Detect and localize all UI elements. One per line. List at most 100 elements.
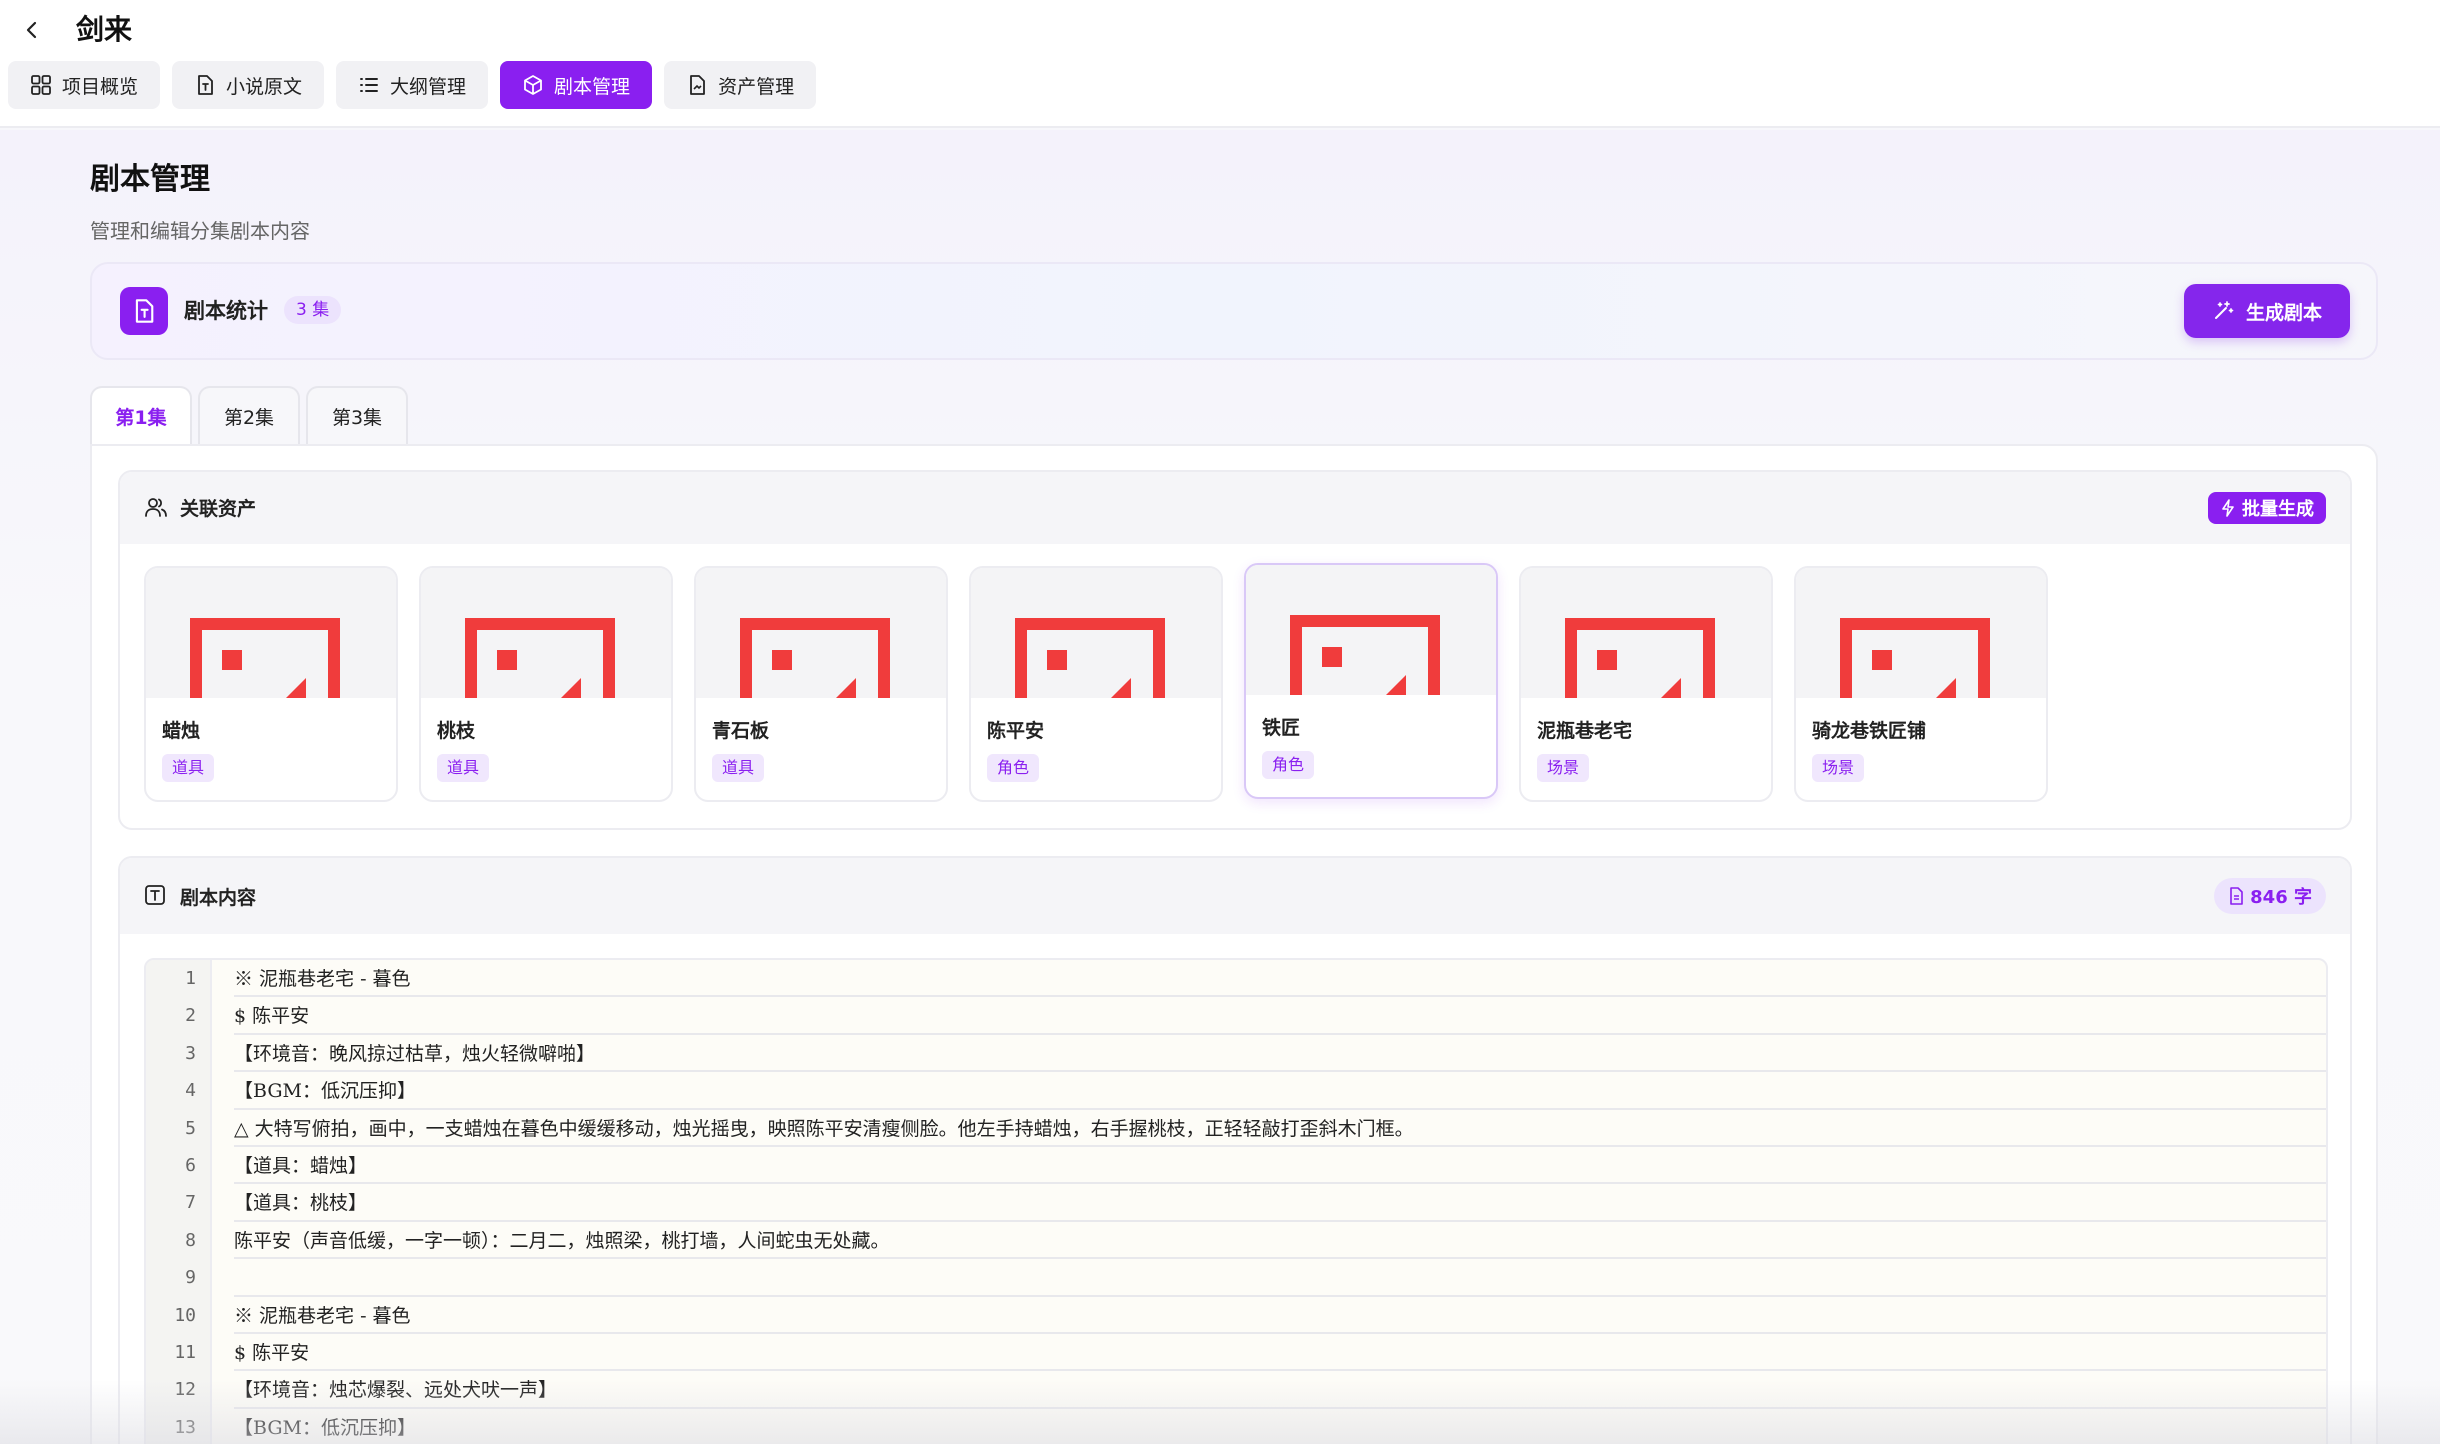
episode-tabs: 第1集 第2集 第3集	[90, 386, 408, 444]
code-line: 2 $ 陈平安	[146, 997, 2326, 1035]
line-number: 4	[185, 1080, 196, 1102]
line-number: 9	[185, 1267, 196, 1289]
asset-card[interactable]: 陈平安 角色	[969, 566, 1223, 802]
page-title: 剧本管理	[90, 162, 210, 197]
line-text[interactable]: 【环境音：烛芯爆裂、远处犬吠一声】	[234, 1377, 2326, 1409]
line-text[interactable]: ※ 泥瓶巷老宅 - 暮色	[234, 1303, 2326, 1334]
asset-thumbnail	[696, 568, 946, 698]
tab-episode-2[interactable]: 第2集	[198, 386, 300, 444]
asset-thumbnail	[971, 568, 1221, 698]
asset-card[interactable]: 骑龙巷铁匠铺 场景	[1794, 566, 2048, 802]
generate-script-button[interactable]: 生成剧本	[2183, 284, 2350, 338]
tab-assets[interactable]: 资产管理	[664, 61, 817, 109]
line-text[interactable]: ※ 泥瓶巷老宅 - 暮色	[234, 966, 2326, 998]
asset-card[interactable]: 泥瓶巷老宅 场景	[1519, 566, 1773, 802]
tab-label: 大纲管理	[390, 75, 467, 98]
asset-name: 骑龙巷铁匠铺	[1812, 720, 1927, 742]
script-content-section: 剧本内容 846 字 1 ※ 泥瓶巷老宅 - 暮色 2 $ 陈平安 3 【环境音…	[118, 856, 2352, 1444]
page-subtitle: 管理和编辑分集剧本内容	[90, 219, 310, 243]
code-line: 12 【环境音：烛芯爆裂、远处犬吠一声】	[146, 1371, 2326, 1409]
chevron-left-icon	[26, 21, 37, 39]
tab-script[interactable]: 剧本管理	[500, 61, 653, 109]
line-number: 5	[185, 1117, 196, 1139]
line-text[interactable]: $ 陈平安	[234, 1340, 2326, 1372]
asset-card[interactable]: 桃枝 道具	[419, 566, 673, 802]
line-text[interactable]: 【环境音：晚风掠过枯草，烛火轻微噼啪】	[234, 1041, 2326, 1073]
lightning-icon	[2222, 499, 2234, 517]
script-file-icon	[120, 287, 168, 335]
line-text[interactable]: △ 大特写俯拍，画中，一支蜡烛在暮色中缓缓移动，烛光摇曳，映照陈平安清瘦侧脸。他…	[234, 1116, 2326, 1147]
code-line: 8 陈平安（声音低缓，一字一顿）：二月二，烛照梁，桃打墙，人间蛇虫无处藏。	[146, 1222, 2326, 1260]
file-icon	[2230, 887, 2243, 905]
line-text[interactable]: 【道具：桃枝】	[234, 1190, 2326, 1222]
line-number: 2	[185, 1005, 196, 1027]
word-count-badge: 846 字	[2214, 878, 2326, 914]
asset-type-tag: 场景	[1812, 754, 1865, 782]
tab-novel[interactable]: 小说原文	[172, 61, 325, 109]
related-assets-section: 关联资产 批量生成 蜡烛 道具 桃枝 道具 青石板 道具 陈平安 角色 铁匠 角…	[118, 470, 2352, 830]
code-line: 9	[146, 1259, 2326, 1297]
line-number: 12	[174, 1379, 196, 1401]
app-title: 剑来	[76, 13, 133, 46]
asset-thumbnail	[146, 568, 396, 698]
line-text[interactable]	[234, 1265, 2326, 1297]
asset-thumbnail	[1246, 565, 1496, 695]
broken-image-icon	[465, 618, 615, 698]
text-box-icon	[145, 885, 165, 905]
code-line: 4 【BGM：低沉压抑】	[146, 1072, 2326, 1110]
users-icon	[145, 498, 167, 517]
broken-image-icon	[190, 618, 340, 698]
asset-card[interactable]: 蜡烛 道具	[144, 566, 398, 802]
back-button[interactable]	[14, 12, 50, 48]
script-editor[interactable]: 1 ※ 泥瓶巷老宅 - 暮色 2 $ 陈平安 3 【环境音：晚风掠过枯草，烛火轻…	[144, 958, 2328, 1444]
code-line: 1 ※ 泥瓶巷老宅 - 暮色	[146, 960, 2326, 998]
line-number: 11	[174, 1342, 196, 1363]
line-number: 1	[185, 968, 196, 989]
cube-icon	[524, 75, 542, 95]
main-tabs: 项目概览 小说原文 大纲管理 剧本管理 资产管理	[8, 61, 817, 109]
broken-image-icon	[1840, 618, 1990, 698]
generate-script-label: 生成剧本	[2245, 301, 2322, 324]
stats-label: 剧本统计	[184, 299, 268, 323]
asset-type-tag: 角色	[1262, 751, 1315, 779]
script-content-header: 剧本内容 846 字	[120, 858, 2350, 934]
tab-label: 资产管理	[718, 75, 795, 98]
asset-type-tag: 场景	[1537, 754, 1590, 782]
tab-episode-3[interactable]: 第3集	[306, 386, 408, 444]
asset-type-tag: 道具	[162, 754, 215, 782]
line-text[interactable]: 陈平安（声音低缓，一字一顿）：二月二，烛照梁，桃打墙，人间蛇虫无处藏。	[234, 1228, 2326, 1260]
line-text[interactable]: 【BGM：低沉压抑】	[234, 1078, 2326, 1110]
tab-label: 小说原文	[226, 75, 303, 98]
batch-generate-label: 批量生成	[2242, 499, 2314, 520]
tab-episode-1[interactable]: 第1集	[90, 386, 192, 444]
asset-name: 泥瓶巷老宅	[1537, 720, 1633, 742]
tab-outline[interactable]: 大纲管理	[336, 61, 489, 109]
code-line: 13 【BGM：低沉压抑】	[146, 1409, 2326, 1444]
line-number: 3	[185, 1042, 196, 1064]
line-text[interactable]: 【道具：蜡烛】	[234, 1153, 2326, 1185]
asset-name: 陈平安	[987, 720, 1045, 742]
asset-name: 青石板	[712, 720, 770, 742]
line-number: 13	[174, 1416, 196, 1438]
grid-icon	[31, 75, 51, 95]
script-content-title: 剧本内容	[180, 887, 257, 909]
line-text[interactable]: 【BGM：低沉压抑】	[234, 1415, 2326, 1444]
tab-label: 剧本管理	[554, 75, 631, 98]
tab-overview[interactable]: 项目概览	[8, 61, 161, 109]
list-icon	[360, 78, 378, 92]
asset-card[interactable]: 青石板 道具	[694, 566, 948, 802]
code-line: 7 【道具：桃枝】	[146, 1184, 2326, 1222]
code-line: 11 $ 陈平安	[146, 1334, 2326, 1372]
batch-generate-button[interactable]: 批量生成	[2208, 492, 2326, 524]
document-icon	[690, 75, 705, 95]
broken-image-icon	[1290, 615, 1440, 695]
line-number: 10	[174, 1304, 196, 1326]
asset-name: 铁匠	[1262, 717, 1301, 739]
code-line: 10 ※ 泥瓶巷老宅 - 暮色	[146, 1297, 2326, 1334]
asset-card[interactable]: 铁匠 角色	[1244, 563, 1498, 799]
top-bar: 剑来 项目概览 小说原文 大纲管理 剧本管理 资产管理	[0, 0, 2440, 128]
asset-card-list: 蜡烛 道具 桃枝 道具 青石板 道具 陈平安 角色 铁匠 角色 泥瓶巷老宅 场景…	[144, 563, 2048, 802]
line-text[interactable]: $ 陈平安	[234, 1003, 2326, 1035]
asset-type-tag: 道具	[712, 754, 765, 782]
code-line: 3 【环境音：晚风掠过枯草，烛火轻微噼啪】	[146, 1035, 2326, 1073]
